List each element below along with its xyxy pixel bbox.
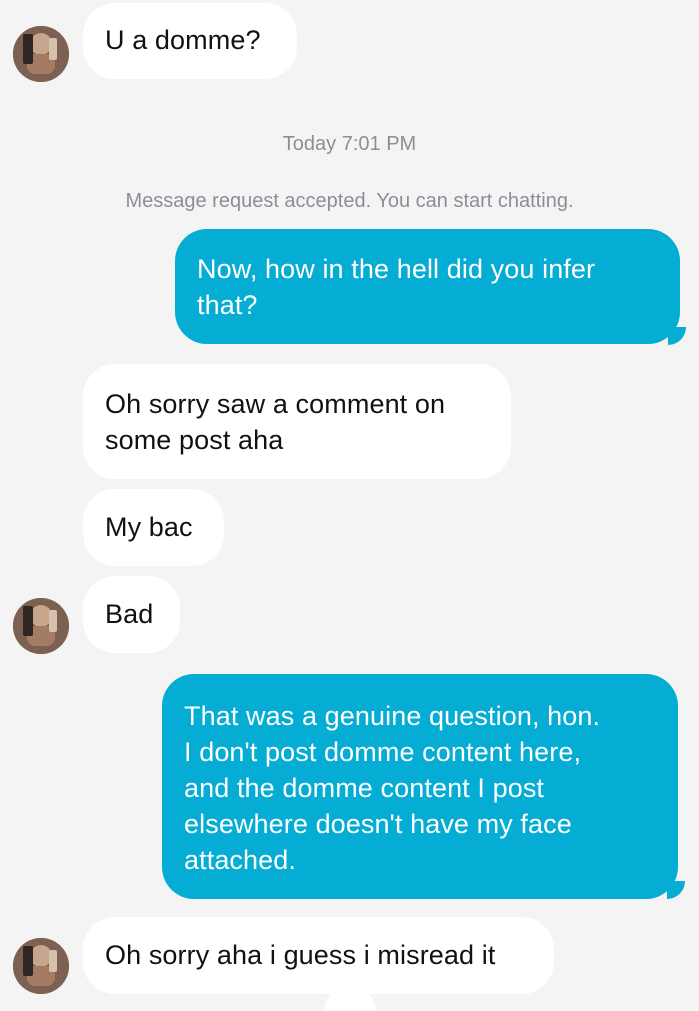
incoming-message[interactable]: My bac [83, 489, 224, 566]
message-line: and the domme content I post [184, 773, 545, 803]
avatar[interactable] [13, 26, 69, 82]
message-line: that? [197, 290, 258, 320]
outgoing-message[interactable]: That was a genuine question, hon. I don'… [162, 674, 678, 899]
chat-thread: U a domme? Today 7:01 PM Message request… [0, 0, 699, 1011]
message-line: attached. [184, 845, 296, 875]
message-line: elsewhere doesn't have my face [184, 809, 572, 839]
avatar-photo-icon [13, 938, 69, 994]
incoming-message[interactable]: Bad [83, 576, 180, 653]
message-line: some post aha [105, 425, 284, 455]
message-line: That was a genuine question, hon. [184, 701, 601, 731]
message-text: Oh sorry aha i guess i misread it [105, 940, 496, 970]
incoming-message[interactable]: Oh sorry aha i guess i misread it [83, 917, 554, 994]
message-line: Now, how in the hell did you infer [197, 254, 596, 284]
message-text: My bac [105, 512, 193, 542]
message-line: Oh sorry saw a comment on [105, 389, 446, 419]
message-text: Bad [105, 599, 154, 629]
incoming-message[interactable]: Oh sorry saw a comment on some post aha [83, 364, 511, 479]
message-line: I don't post domme content here, [184, 737, 582, 767]
incoming-message[interactable]: U a domme? [83, 3, 297, 79]
avatar[interactable] [13, 938, 69, 994]
timestamp: Today 7:01 PM [282, 133, 417, 155]
bubble-tail [667, 881, 685, 899]
outgoing-message[interactable]: Now, how in the hell did you infer that? [175, 229, 680, 344]
avatar-photo-icon [13, 598, 69, 654]
message-text: U a domme? [105, 25, 261, 55]
avatar[interactable] [13, 598, 69, 654]
status-message: Message request accepted. You can start … [125, 190, 574, 212]
bubble-tail [668, 327, 686, 345]
avatar-photo-icon [13, 26, 69, 82]
